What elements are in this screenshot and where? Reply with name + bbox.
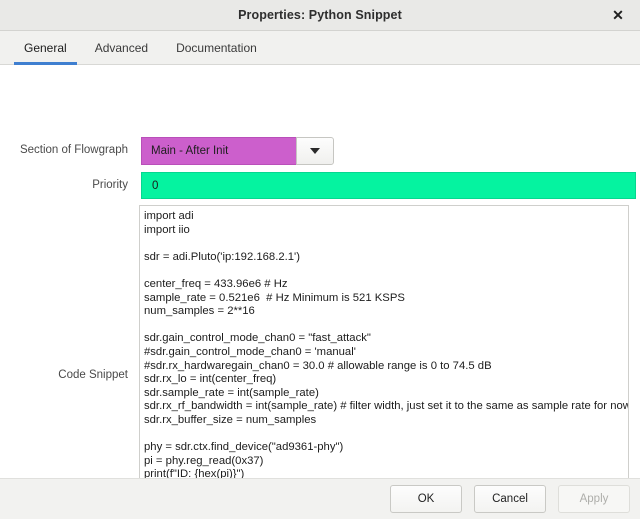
- caret-shape: [310, 148, 320, 154]
- code-line: sdr.gain_control_mode_chan0 = "fast_atta…: [144, 332, 371, 345]
- chevron-down-icon[interactable]: [296, 137, 334, 165]
- tab-documentation-label: Documentation: [176, 40, 257, 55]
- close-icon[interactable]: ✕: [604, 0, 632, 30]
- tab-documentation[interactable]: Documentation: [162, 31, 271, 64]
- code-line: sample_rate = 0.521e6 # Hz Minimum is 52…: [144, 291, 405, 304]
- field-row-code-snippet: Code Snippet import adi import iio sdr =…: [0, 205, 640, 478]
- code-line: sdr = adi.Pluto('ip:192.168.2.1'): [144, 250, 300, 263]
- code-snippet-editor[interactable]: import adi import iio sdr = adi.Pluto('i…: [139, 205, 629, 478]
- code-line: import adi: [144, 210, 194, 222]
- tab-general[interactable]: General: [10, 31, 81, 65]
- tab-general-label: General: [24, 40, 67, 55]
- priority-input[interactable]: 0: [141, 172, 636, 199]
- window-title: Properties: Python Snippet: [238, 8, 402, 22]
- tab-advanced-label: Advanced: [94, 40, 149, 55]
- ok-button[interactable]: OK: [390, 485, 462, 513]
- code-line: sdr.rx_buffer_size = num_samples: [144, 413, 317, 426]
- code-line: sdr.sample_rate = int(sample_rate): [144, 386, 319, 399]
- section-of-flowgraph-label: Section of Flowgraph: [19, 144, 128, 156]
- code-line: phy = sdr.ctx.find_device("ad9361-phy"): [144, 441, 344, 454]
- section-of-flowgraph-value[interactable]: Main - After Init: [141, 137, 296, 165]
- section-of-flowgraph-dropdown[interactable]: Main - After Init: [141, 137, 334, 165]
- title-bar: Properties: Python Snippet ✕: [0, 0, 640, 31]
- tab-bar: General Advanced Documentation: [0, 31, 640, 65]
- general-tab-panel: Section of Flowgraph Main - After Init P…: [0, 65, 640, 478]
- apply-button: Apply: [558, 485, 630, 513]
- code-line: import iio: [144, 223, 190, 236]
- priority-label: Priority: [92, 179, 128, 191]
- code-line: pi = phy.reg_read(0x37): [144, 454, 264, 467]
- code-line: sdr.rx_lo = int(center_freq): [144, 373, 277, 386]
- field-row-section-of-flowgraph: Section of Flowgraph Main - After Init: [0, 137, 640, 165]
- code-line: #sdr.rx_hardwaregain_chan0 = 30.0 # allo…: [144, 359, 492, 372]
- cancel-button[interactable]: Cancel: [474, 485, 546, 513]
- code-line: print(f"ID: {hex(pi)}"): [144, 468, 245, 478]
- code-line: center_freq = 433.96e6 # Hz: [144, 277, 288, 290]
- field-row-priority: Priority 0: [0, 172, 640, 199]
- code-line: #sdr.gain_control_mode_chan0 = 'manual': [144, 345, 356, 358]
- code-snippet-label: Code Snippet: [58, 369, 128, 381]
- code-line: sdr.rx_rf_bandwidth = int(sample_rate) #…: [144, 400, 629, 413]
- properties-dialog: Properties: Python Snippet ✕ General Adv…: [0, 0, 640, 519]
- code-line: num_samples = 2**16: [144, 305, 255, 318]
- tab-advanced[interactable]: Advanced: [81, 31, 162, 64]
- dialog-button-bar: OK Cancel Apply: [0, 478, 640, 519]
